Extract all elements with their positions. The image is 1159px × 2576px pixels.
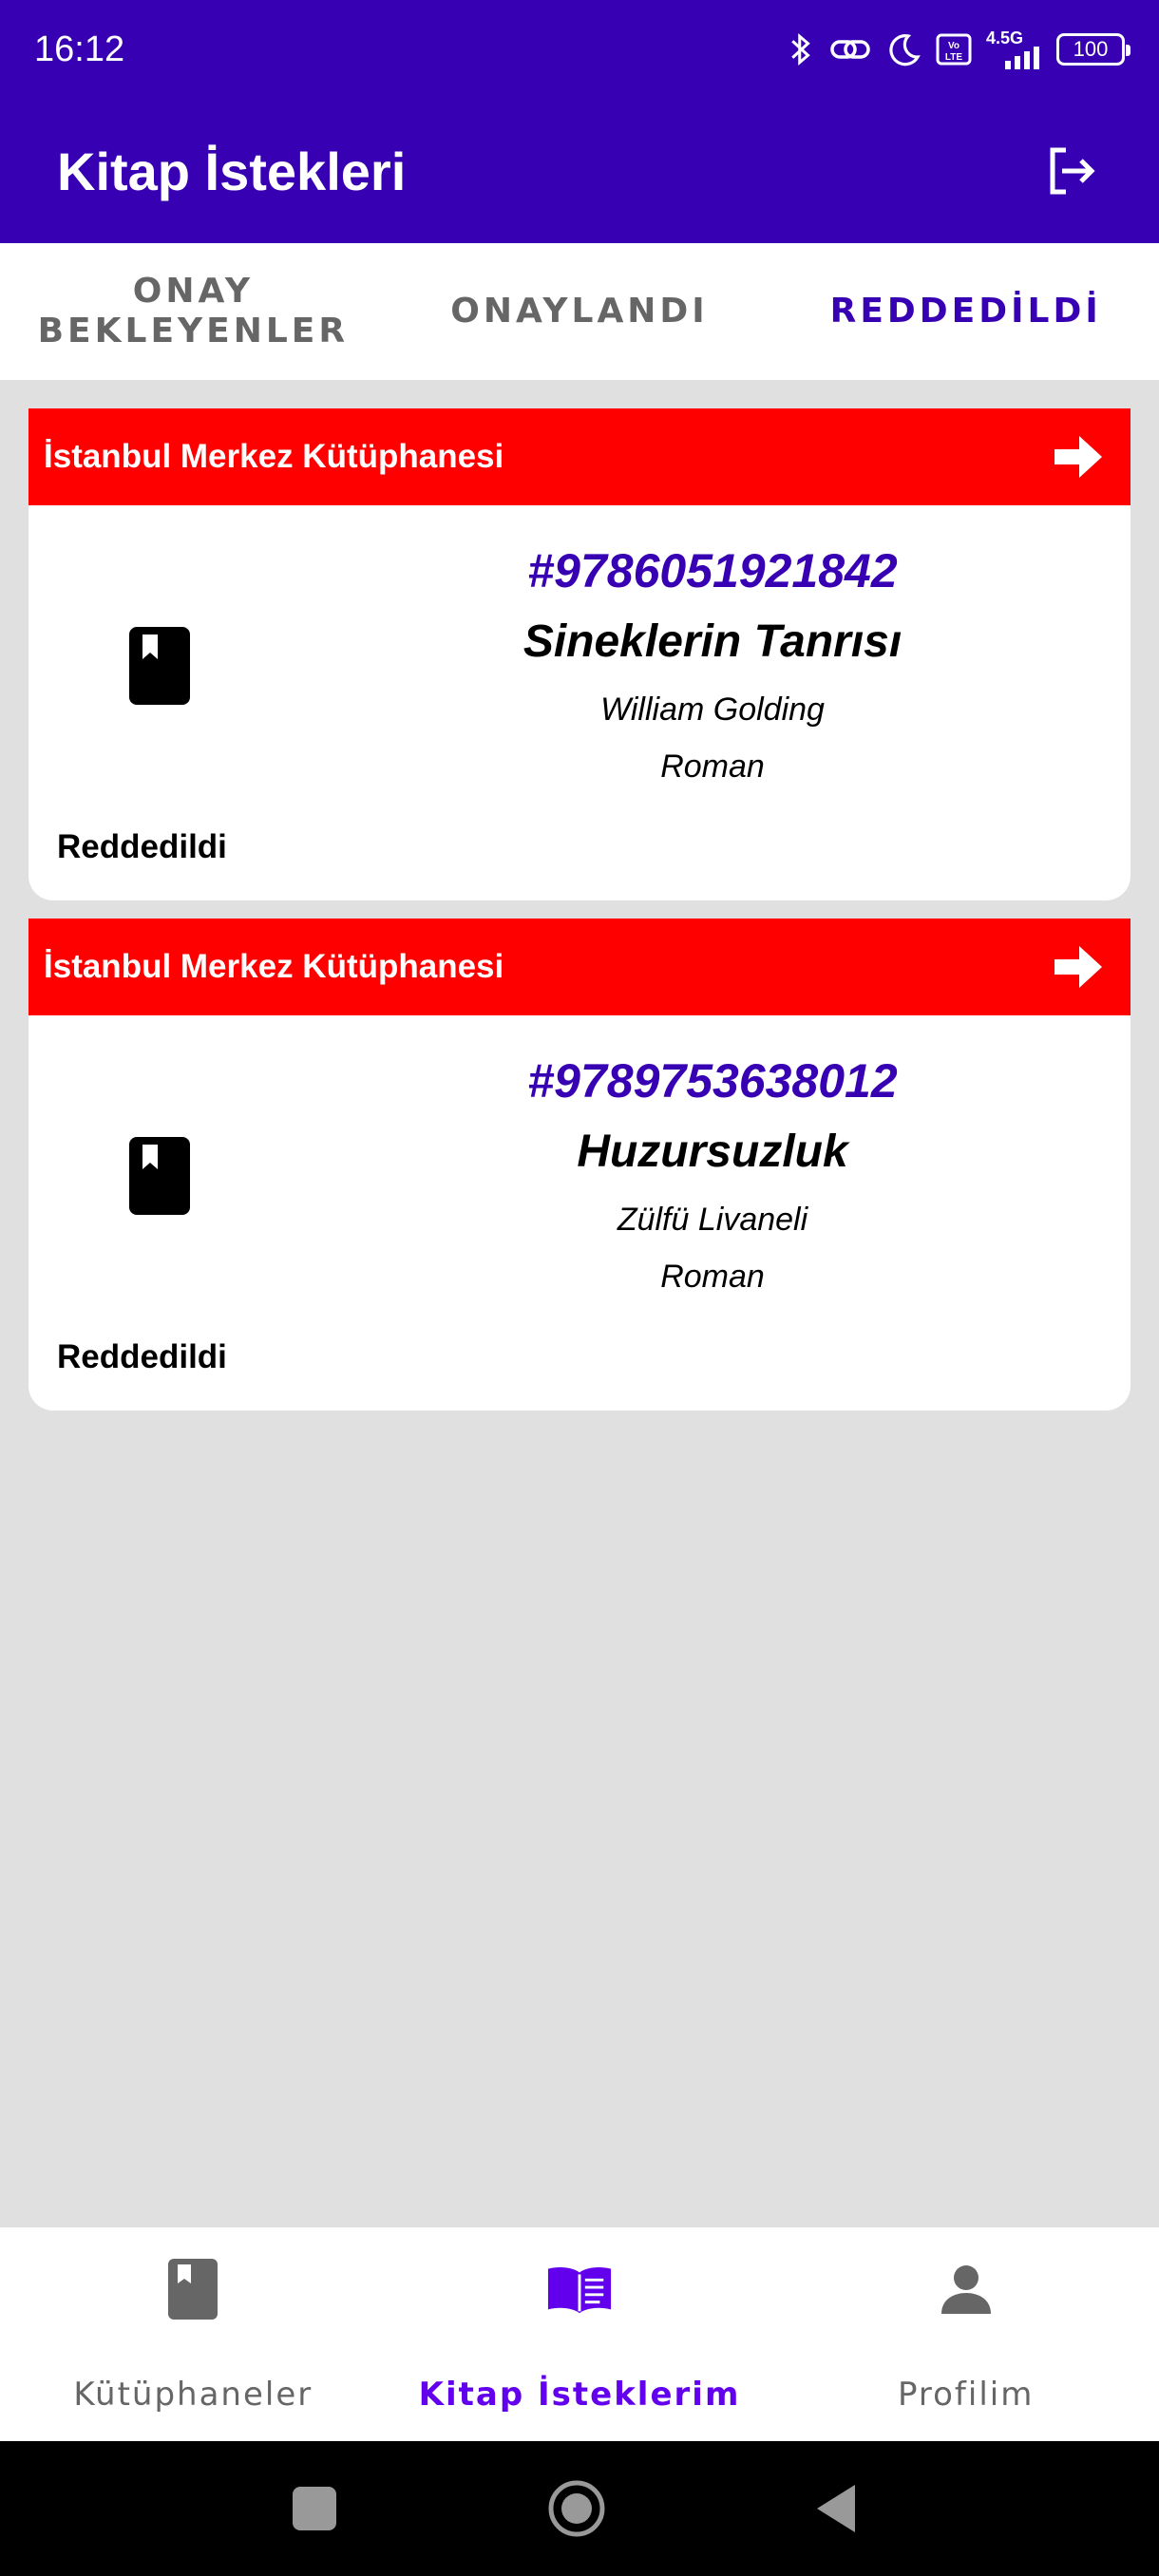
battery-icon: 100 — [1056, 33, 1130, 66]
book-icon — [160, 2256, 226, 2322]
book-author: Zülfü Livaneli — [617, 1202, 808, 1238]
home-button[interactable] — [547, 2479, 606, 2538]
status-time: 16:12 — [34, 28, 125, 69]
svg-text:LTE: LTE — [945, 52, 962, 63]
card-body: #9789753638012 Huzursuzluk Zülfü Livanel… — [28, 1015, 1130, 1411]
isbn: #9786051921842 — [527, 544, 898, 597]
nav-label: Profilim — [897, 2376, 1035, 2414]
bottom-navigation: Kütüphaneler Kitap İsteklerim Profilim — [0, 2226, 1159, 2441]
request-status: Reddedildi — [57, 1338, 227, 1375]
card-header: İstanbul Merkez Kütüphanesi — [28, 408, 1130, 505]
app-bar: Kitap İstekleri — [0, 99, 1159, 243]
tab-approved[interactable]: ONAYLANDI — [387, 243, 773, 380]
svg-text:Vo: Vo — [948, 41, 960, 51]
open-book-icon — [546, 2256, 613, 2322]
nav-item-libraries[interactable]: Kütüphaneler — [0, 2227, 387, 2441]
link-icon — [830, 40, 870, 59]
book-icon — [129, 627, 190, 705]
request-card: İstanbul Merkez Kütüphanesi #97897536380… — [28, 919, 1130, 1411]
logout-button[interactable] — [1041, 141, 1102, 201]
library-name: İstanbul Merkez Kütüphanesi — [44, 438, 504, 475]
card-body: #9786051921842 Sineklerin Tanrısı Willia… — [28, 505, 1130, 900]
book-genre: Roman — [660, 748, 765, 785]
request-card: İstanbul Merkez Kütüphanesi #97860519218… — [28, 408, 1130, 900]
book-title: Sineklerin Tanrısı — [522, 616, 902, 667]
nav-label: Kitap İsteklerim — [418, 2376, 741, 2414]
recent-apps-button[interactable] — [293, 2487, 336, 2530]
bluetooth-icon — [791, 32, 810, 66]
nav-label: Kütüphaneler — [73, 2376, 314, 2414]
library-name: İstanbul Merkez Kütüphanesi — [44, 948, 504, 985]
tab-pending[interactable]: ONAY BEKLEYENLER — [0, 243, 387, 380]
request-status: Reddedildi — [57, 828, 227, 865]
status-icons: Vo LTE 4.5G 100 — [787, 29, 1130, 69]
status-tabs: ONAY BEKLEYENLER ONAYLANDI REDDEDİLDİ — [0, 243, 1159, 380]
book-author: William Golding — [600, 691, 825, 728]
tab-rejected[interactable]: REDDEDİLDİ — [772, 243, 1159, 380]
status-bar: 16:12 Vo LTE 4.5G 100 — [0, 0, 1159, 99]
network-type: 4.5G — [986, 28, 1024, 47]
arrow-right-icon[interactable] — [1051, 430, 1104, 483]
book-genre: Roman — [660, 1259, 765, 1295]
nav-item-book-requests[interactable]: Kitap İsteklerim — [387, 2227, 773, 2441]
card-header: İstanbul Merkez Kütüphanesi — [28, 919, 1130, 1015]
moon-icon — [889, 34, 921, 66]
signal-icon — [1005, 47, 1039, 69]
system-navigation-bar — [0, 2441, 1159, 2576]
book-icon — [129, 1137, 190, 1215]
arrow-right-icon[interactable] — [1051, 940, 1104, 994]
isbn: #9789753638012 — [527, 1054, 898, 1108]
book-title: Huzursuzluk — [577, 1127, 848, 1177]
person-icon — [933, 2256, 999, 2322]
volte-icon: VoLTE — [936, 33, 972, 66]
logout-icon — [1050, 147, 1095, 195]
network-indicator: 4.5G — [986, 29, 1043, 69]
nav-item-profile[interactable]: Profilim — [772, 2227, 1159, 2441]
page-title: Kitap İstekleri — [57, 141, 407, 201]
back-button[interactable] — [813, 2483, 857, 2534]
battery-level: 100 — [1073, 37, 1109, 61]
